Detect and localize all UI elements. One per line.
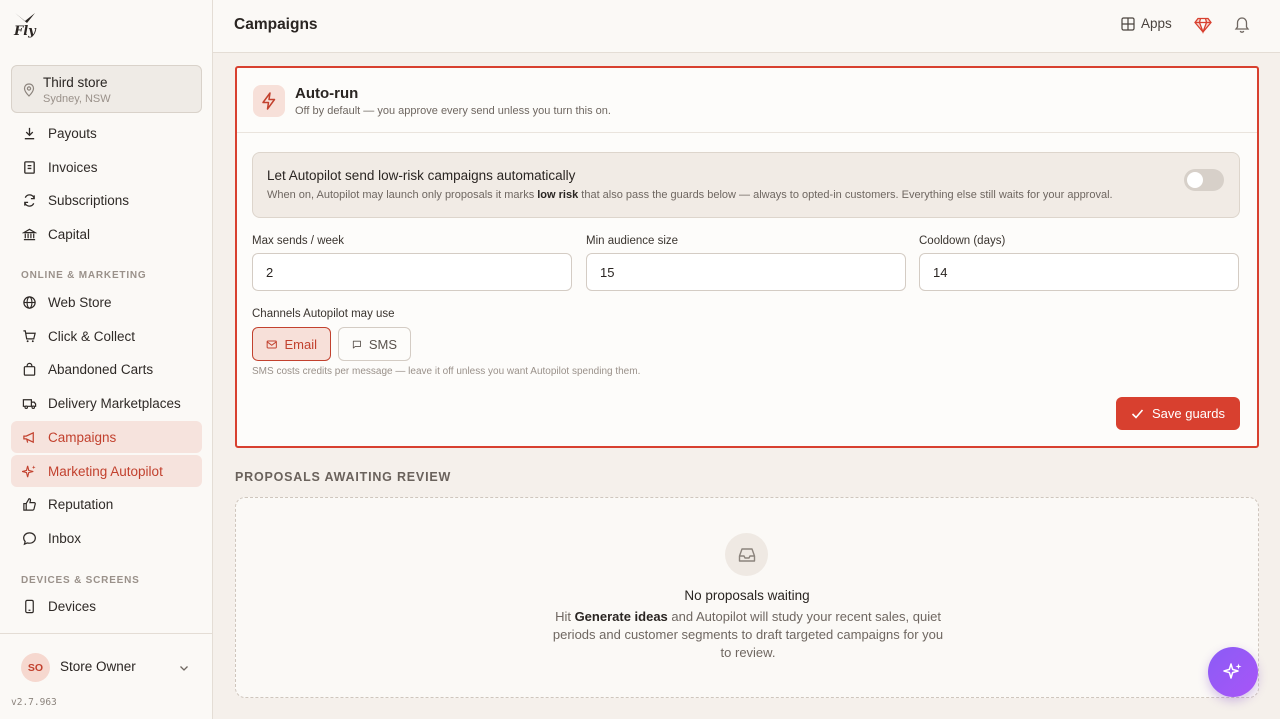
- sidebar-item-devices[interactable]: Devices: [11, 590, 202, 622]
- lightning-icon: [262, 92, 276, 110]
- sidebar-item-label: Devices: [48, 598, 97, 614]
- toggle-title: Let Autopilot send low-risk campaigns au…: [267, 168, 576, 183]
- sidebar-item-invoices[interactable]: Invoices: [11, 151, 202, 183]
- globe-icon: [23, 295, 36, 309]
- min-audience-label: Min audience size: [586, 235, 679, 247]
- grid-icon: [1121, 16, 1135, 31]
- min-audience-input[interactable]: [586, 253, 906, 291]
- sidebar-item-subscriptions[interactable]: Subscriptions: [11, 184, 202, 216]
- sidebar-item-label: Reputation: [48, 496, 114, 512]
- autopilot-toggle-switch[interactable]: [1184, 169, 1224, 191]
- sparkle-icon: [22, 464, 36, 477]
- page-title: Campaigns: [234, 16, 318, 33]
- sidebar-item-label: Inbox: [48, 530, 82, 546]
- logo-text: Fly: [14, 24, 36, 39]
- inbox-badge: [725, 533, 768, 576]
- cooldown-input[interactable]: [919, 253, 1239, 291]
- auto-run-title: Auto-run: [295, 85, 359, 102]
- max-sends-input[interactable]: [252, 253, 572, 291]
- user-menu[interactable]: SO Store Owner v2.7.963: [0, 633, 212, 719]
- chevron-down-icon[interactable]: [178, 662, 190, 674]
- sidebar-item-abandoned-carts[interactable]: Abandoned Carts: [11, 353, 202, 385]
- app-root: Fly Third store Sydney, NSW Payouts Invo…: [0, 0, 1280, 719]
- main-content: Campaigns Apps Auto-run Off by default —…: [213, 0, 1280, 719]
- bank-icon: [22, 228, 37, 240]
- receipt-icon: [24, 160, 35, 174]
- top-bar: Campaigns Apps: [213, 0, 1280, 53]
- bolt-badge: [253, 85, 285, 117]
- sidebar-item-campaigns[interactable]: Campaigns: [11, 421, 202, 453]
- bell-icon[interactable]: [1234, 16, 1250, 34]
- auto-run-subtitle: Off by default — you approve every send …: [295, 105, 611, 117]
- nav-section-devices: DEVICES & SCREENS: [21, 575, 140, 586]
- sidebar-item-payouts[interactable]: Payouts: [11, 117, 202, 149]
- phone-icon: [25, 599, 34, 613]
- apps-button[interactable]: Apps: [1121, 16, 1172, 31]
- megaphone-icon: [23, 431, 34, 443]
- channel-sms-chip[interactable]: SMS: [338, 327, 411, 361]
- auto-run-panel: Auto-run Off by default — you approve ev…: [235, 66, 1259, 448]
- autopilot-toggle-card: Let Autopilot send low-risk campaigns au…: [252, 152, 1240, 218]
- sidebar-item-reputation[interactable]: Reputation: [11, 488, 202, 520]
- truck-icon: [22, 398, 37, 409]
- check-icon: [1131, 409, 1144, 419]
- bag-icon: [23, 362, 36, 376]
- store-switcher[interactable]: Third store Sydney, NSW: [11, 65, 202, 113]
- sidebar-item-label: Capital: [48, 226, 91, 242]
- sidebar-item-label: Click & Collect: [48, 328, 136, 344]
- save-guards-label: Save guards: [1152, 406, 1225, 421]
- download-icon: [24, 127, 35, 139]
- cart-icon: [23, 329, 36, 342]
- channel-email-label: Email: [284, 336, 317, 352]
- channels-label: Channels Autopilot may use: [252, 308, 395, 320]
- inbox-icon: [738, 547, 755, 562]
- nav-section-online: ONLINE & MARKETING: [21, 270, 147, 281]
- user-name: Store Owner: [60, 659, 136, 674]
- apps-label: Apps: [1141, 16, 1172, 31]
- sidebar-item-label: Subscriptions: [48, 192, 130, 208]
- sidebar: Fly Third store Sydney, NSW Payouts Invo…: [0, 0, 213, 719]
- auto-run-header: Auto-run Off by default — you approve ev…: [237, 68, 1257, 133]
- sidebar-item-label: Campaigns: [48, 429, 117, 445]
- sidebar-item-web-store[interactable]: Web Store: [11, 286, 202, 318]
- thumbs-up-icon: [23, 497, 36, 511]
- proposals-empty-state: No proposals waiting Hit Generate ideas …: [235, 497, 1259, 698]
- sidebar-item-click-collect[interactable]: Click & Collect: [11, 320, 202, 352]
- store-location: Sydney, NSW: [43, 93, 111, 105]
- sidebar-item-inbox[interactable]: Inbox: [11, 522, 202, 554]
- proposals-section-title: PROPOSALS AWAITING REVIEW: [235, 470, 452, 484]
- sidebar-item-label: Abandoned Carts: [48, 361, 154, 377]
- store-name: Third store: [43, 75, 108, 90]
- empty-title: No proposals waiting: [684, 588, 810, 603]
- sms-note: SMS costs credits per message — leave it…: [252, 366, 641, 377]
- refresh-icon: [24, 193, 35, 207]
- empty-description: Hit Generate ideas and Autopilot will st…: [552, 609, 944, 660]
- ai-assistant-button[interactable]: [1208, 647, 1258, 697]
- sidebar-item-capital[interactable]: Capital: [11, 218, 202, 250]
- sparkles-icon: [1223, 663, 1242, 679]
- avatar: SO: [21, 653, 50, 682]
- channel-email-chip[interactable]: Email: [252, 327, 331, 361]
- map-pin-icon: [23, 83, 35, 97]
- cooldown-label: Cooldown (days): [919, 235, 1006, 247]
- sidebar-item-marketing-autopilot[interactable]: Marketing Autopilot: [11, 455, 202, 487]
- chat-icon: [23, 531, 36, 545]
- sidebar-item-label: Marketing Autopilot: [48, 463, 163, 479]
- toggle-knob: [1187, 172, 1203, 188]
- sidebar-item-label: Delivery Marketplaces: [48, 395, 181, 411]
- sidebar-item-label: Invoices: [48, 159, 98, 175]
- gem-icon[interactable]: [1194, 16, 1212, 34]
- sidebar-item-delivery-marketplaces[interactable]: Delivery Marketplaces: [11, 387, 202, 419]
- save-guards-button[interactable]: Save guards: [1116, 397, 1240, 430]
- sidebar-item-label: Payouts: [48, 125, 97, 141]
- sidebar-item-label: Web Store: [48, 294, 112, 310]
- app-version: v2.7.963: [11, 697, 57, 708]
- toggle-description: When on, Autopilot may launch only propo…: [267, 189, 1113, 201]
- message-icon: [352, 340, 361, 349]
- max-sends-label: Max sends / week: [252, 235, 345, 247]
- mail-icon: [266, 340, 277, 348]
- channel-sms-label: SMS: [368, 336, 397, 352]
